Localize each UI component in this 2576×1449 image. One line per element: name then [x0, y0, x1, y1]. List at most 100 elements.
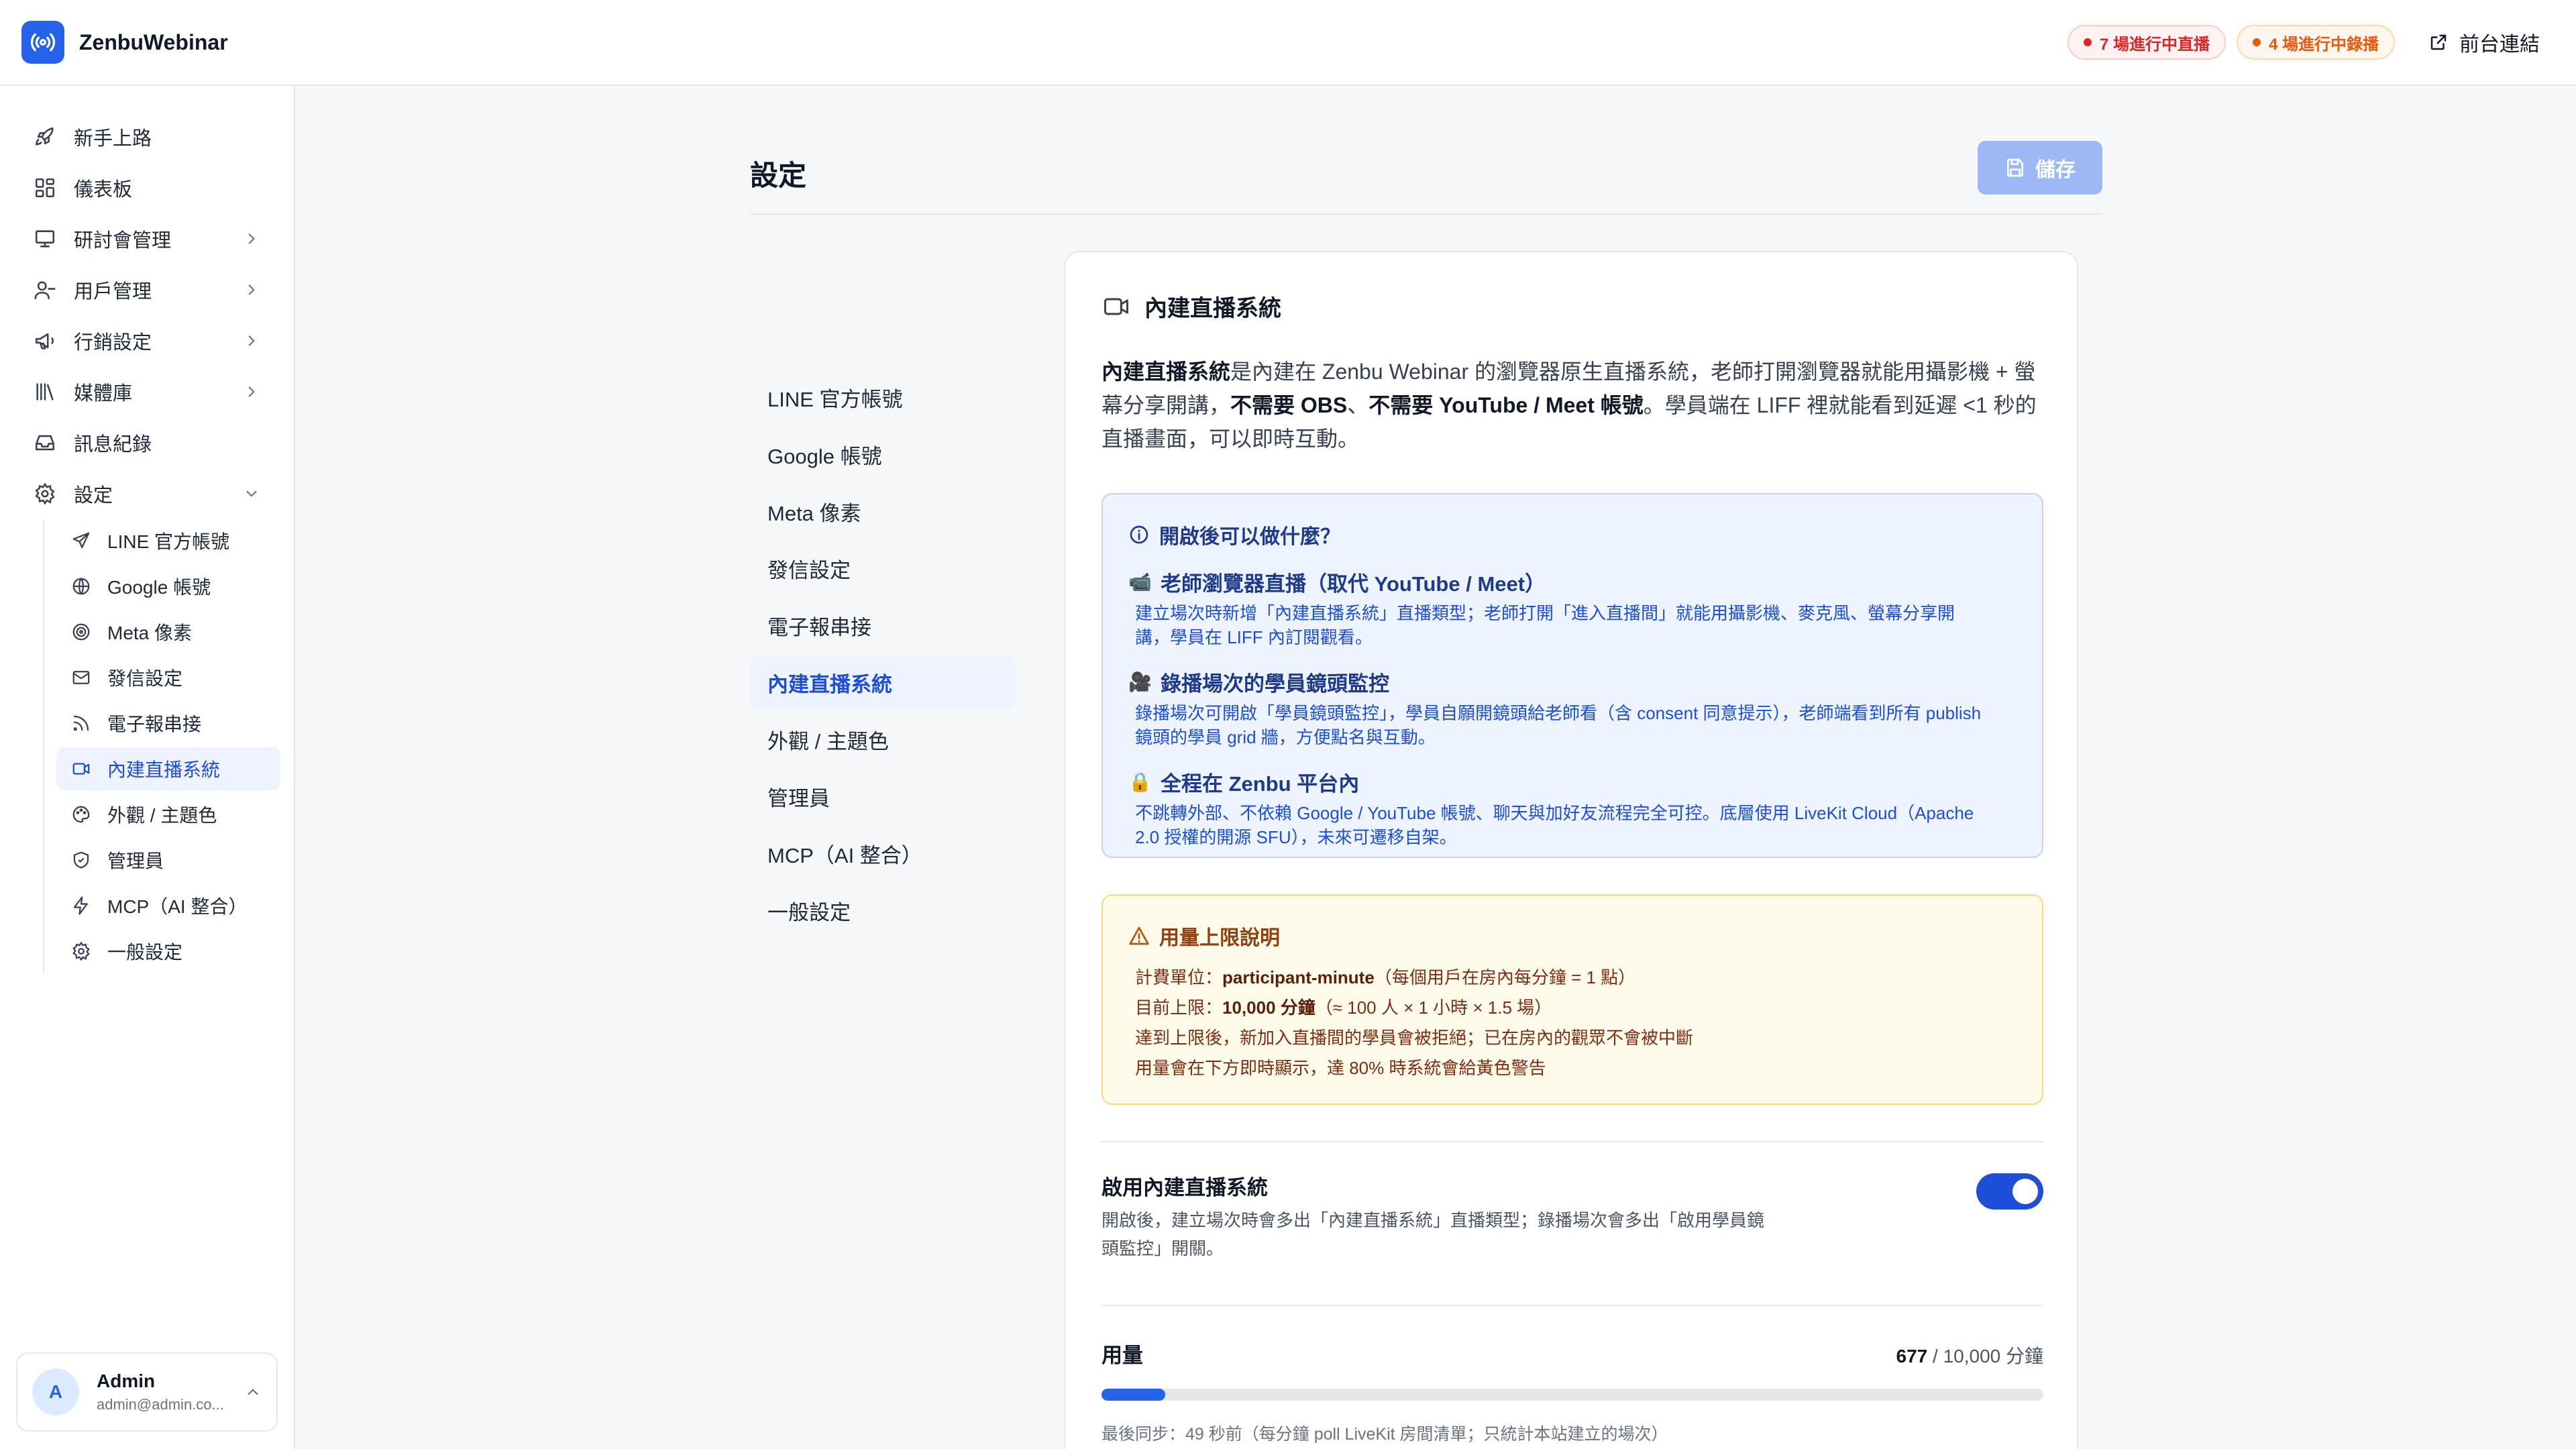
settings-tab-live-system[interactable]: 內建直播系統 [750, 655, 1016, 709]
user-email: admin@admin.co... [97, 1396, 224, 1413]
current-cap-note: （≈ 100 人 × 1 小時 × 1.5 場） [1315, 998, 1552, 1018]
usage-separator: / [1927, 1346, 1943, 1366]
sidebar-subitem-admins[interactable]: 管理員 [56, 839, 280, 881]
sidebar-item-label: 用戶管理 [74, 281, 152, 303]
feature-description: 建立場次時新增「內建直播系統」直播類型；老師打開「進入直播間」就能用攝影機、麥克… [1135, 603, 1955, 647]
sidebar-item-label: 研討會管理 [74, 230, 172, 252]
recording-sessions-badge[interactable]: 4 場進行中錄播 [2236, 25, 2395, 60]
cog-icon [72, 941, 90, 961]
sidebar-item-settings[interactable]: 設定 [0, 468, 294, 519]
sidebar-item-dashboard[interactable]: 儀表板 [0, 162, 294, 213]
sidebar-item-label: 新手上路 [74, 128, 152, 150]
current-cap-line: 目前上限：10,000 分鐘（≈ 100 人 × 1 小時 × 1.5 場） [1135, 993, 2017, 1023]
sidebar-subitem-meta[interactable]: Meta 像素 [56, 610, 280, 653]
settings-tab-theme[interactable]: 外觀 / 主題色 [750, 712, 1016, 766]
chevron-right-icon [248, 284, 255, 295]
intro-bold-no-obs: 不需要 OBS [1230, 393, 1348, 417]
sidebar-subitem-label: 一般設定 [107, 942, 183, 963]
settings-tab-line[interactable]: LINE 官方帳號 [750, 370, 1016, 424]
page-title: 設定 [750, 160, 807, 191]
gear-icon [35, 482, 55, 505]
settings-tab-general[interactable]: 一般設定 [750, 883, 1016, 937]
features-info-box: 開啟後可以做什麼？ 📹 老師瀏覽器直播（取代 YouTube / Meet） 建… [1102, 493, 2043, 858]
megaphone-icon [35, 333, 54, 350]
usage-progress-bar [1102, 1389, 2043, 1401]
features-title: 開啟後可以做什麼？ [1159, 526, 1340, 548]
enable-live-system-row: 啟用內建直播系統 開啟後，建立場次時會多出「內建直播系統」直播類型；錄播場次會多… [1102, 1142, 2043, 1305]
external-link-icon [2430, 34, 2447, 50]
chevron-up-icon [248, 1389, 258, 1395]
lock-icon: 🔒 [1128, 771, 1152, 792]
save-button[interactable]: 儲存 [1978, 141, 2102, 195]
intro-separator: 、 [1347, 393, 1369, 417]
sidebar-subitem-google[interactable]: Google 帳號 [56, 565, 280, 608]
last-sync-note: 最後同步：49 秒前（每分鐘 poll LiveKit 房間清單；只統計本站建立… [1102, 1425, 1668, 1444]
app-name[interactable]: ZenbuWebinar [79, 30, 228, 55]
intro-paragraph: 內建直播系統是內建在 Zenbu Webinar 的瀏覽器原生直播系統，老師打開… [1102, 355, 2043, 455]
sidebar-item-messages[interactable]: 訊息紀錄 [0, 417, 294, 468]
save-icon [2007, 158, 2023, 177]
video-icon [1104, 298, 1128, 315]
settings-section-nav: LINE 官方帳號 Google 帳號 Meta 像素 發信設定 電子報串接 內… [750, 370, 1016, 941]
limits-title: 用量上限說明 [1159, 927, 1280, 949]
sidebar-item-webinars[interactable]: 研討會管理 [0, 213, 294, 264]
usage-section: 用量 677 / 10,000 分鐘 最後同步：49 秒前（每分鐘 poll L… [1102, 1306, 2043, 1445]
enable-live-system-toggle[interactable] [1976, 1173, 2043, 1210]
sidebar-item-label: 訊息紀錄 [74, 434, 152, 455]
toggle-knob [2012, 1179, 2038, 1204]
chevron-down-icon [246, 490, 257, 497]
sidebar-item-label: 行銷設定 [74, 332, 152, 354]
settings-tab-admins[interactable]: 管理員 [750, 769, 1016, 823]
sidebar-item-onboarding[interactable]: 新手上路 [0, 111, 294, 162]
billing-unit-value: participant-minute [1222, 967, 1375, 987]
sidebar-subitem-theme[interactable]: 外觀 / 主題色 [56, 793, 280, 836]
sidebar-subitem-general[interactable]: 一般設定 [56, 930, 280, 973]
sidebar-subitem-live-system[interactable]: 內建直播系統 [56, 747, 280, 790]
front-link[interactable]: 前台連結 [2428, 28, 2540, 57]
broadcast-logo-icon[interactable] [21, 21, 64, 64]
settings-tab-mail[interactable]: 發信設定 [750, 541, 1016, 595]
sidebar-item-users[interactable]: 用戶管理 [0, 264, 294, 315]
sidebar-item-media-library[interactable]: 媒體庫 [0, 366, 294, 417]
live-sessions-badge[interactable]: 7 場進行中直播 [2067, 25, 2226, 60]
feature-description: 錄播場次可開啟「學員鏡頭監控」，學員自願開鏡頭給老師看（含 consent 同意… [1135, 703, 1982, 747]
settings-tab-newsletter[interactable]: 電子報串接 [750, 598, 1016, 652]
presentation-icon [35, 230, 55, 248]
usage-used: 677 [1896, 1346, 1928, 1366]
rss-icon [73, 715, 89, 731]
zap-icon [73, 896, 88, 915]
billing-unit-line: 計費單位：participant-minute（每個用戶在房內每分鐘 = 1 點… [1135, 963, 2017, 993]
feature-item: 📹 老師瀏覽器直播（取代 YouTube / Meet） 建立場次時新增「內建直… [1128, 567, 2017, 649]
user-menu-card[interactable]: A Admin admin@admin.co... [16, 1352, 278, 1432]
user-name: Admin [97, 1371, 156, 1391]
library-icon [36, 383, 54, 400]
usage-warning-line: 用量會在下方即時顯示，達 80% 時系統會給黃色警告 [1135, 1058, 1546, 1078]
usage-limit-notice: 用量上限說明 計費單位：participant-minute（每個用戶在房內每分… [1102, 894, 2043, 1105]
live-dot-icon [2083, 38, 2092, 46]
settings-submenu: LINE 官方帳號 Google 帳號 Meta 像素 發信設定 電子報串接 內… [43, 519, 294, 973]
feature-title: 老師瀏覽器直播（取代 YouTube / Meet） [1161, 572, 1546, 596]
mail-icon [72, 671, 90, 684]
toggle-title: 啟用內建直播系統 [1102, 1176, 1268, 1199]
chevron-right-icon [248, 335, 255, 346]
rocket-icon [35, 127, 54, 146]
save-button-label: 儲存 [2035, 159, 2076, 181]
video-camera-icon: 📹 [1128, 572, 1152, 592]
sidebar-subitem-newsletter[interactable]: 電子報串接 [56, 702, 280, 745]
usage-limit: 10,000 分鐘 [1943, 1346, 2043, 1366]
live-system-card: 內建直播系統 內建直播系統是內建在 Zenbu Webinar 的瀏覽器原生直播… [1064, 251, 2078, 1449]
sidebar-subitem-label: 電子報串接 [107, 714, 202, 735]
target-icon [72, 623, 90, 641]
settings-tab-mcp[interactable]: MCP（AI 整合） [750, 826, 1016, 880]
settings-tab-meta[interactable]: Meta 像素 [750, 484, 1016, 538]
sidebar-subitem-mail[interactable]: 發信設定 [56, 656, 280, 699]
sidebar-subitem-line[interactable]: LINE 官方帳號 [56, 519, 280, 562]
sidebar-subitem-label: Meta 像素 [107, 623, 193, 643]
settings-tab-google[interactable]: Google 帳號 [750, 427, 1016, 481]
shield-icon [73, 851, 89, 869]
recording-dot-icon [2252, 38, 2261, 46]
sidebar-subitem-label: MCP（AI 整合） [107, 896, 248, 917]
sidebar-item-marketing[interactable]: 行銷設定 [0, 315, 294, 366]
toggle-description: 開啟後，建立場次時會多出「內建直播系統」直播類型；錄播場次會多出「啟用學員鏡頭監… [1102, 1210, 1765, 1258]
sidebar-subitem-mcp[interactable]: MCP（AI 整合） [56, 884, 280, 927]
